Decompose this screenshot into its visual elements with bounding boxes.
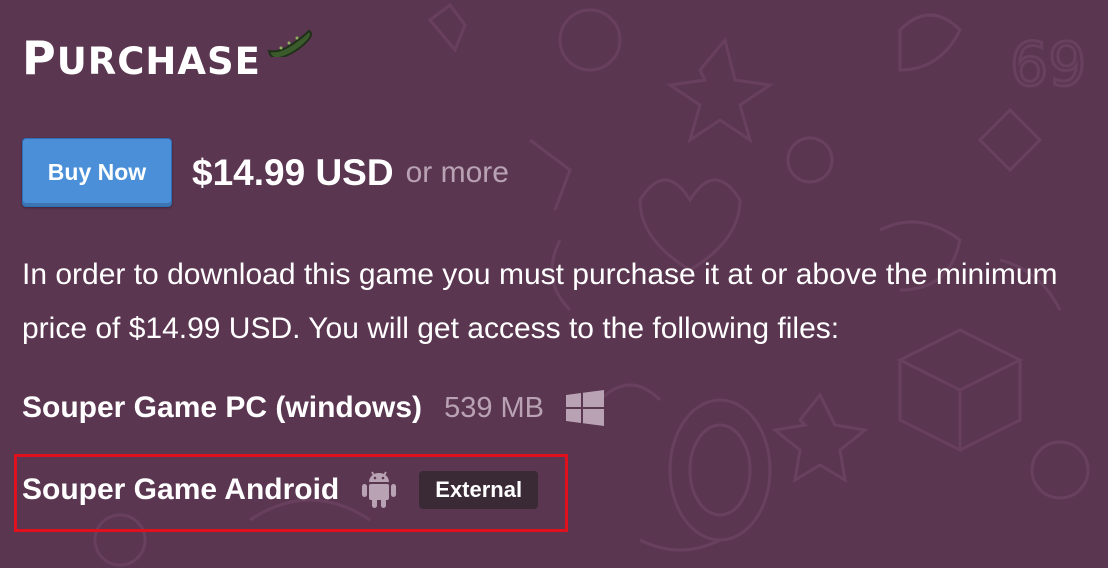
section-title: PURCHASE	[22, 31, 261, 85]
highlight-box	[14, 454, 568, 532]
or-more-label: or more	[405, 155, 509, 189]
purchase-description: In order to download this game you must …	[22, 258, 1058, 345]
file-name: Souper Game PC (windows)	[22, 391, 423, 424]
buy-now-button[interactable]: Buy Now	[22, 138, 172, 207]
windows-icon	[566, 390, 605, 426]
title-row: PURCHASE	[22, 28, 313, 92]
file-size: 539 MB	[444, 391, 545, 424]
pickle-icon	[265, 29, 313, 62]
file-row-pc: Souper Game PC (windows) 539 MB	[22, 390, 605, 426]
price-label: $14.99 USD	[192, 151, 394, 193]
buy-row: Buy Now $14.99 USD or more	[22, 138, 509, 207]
